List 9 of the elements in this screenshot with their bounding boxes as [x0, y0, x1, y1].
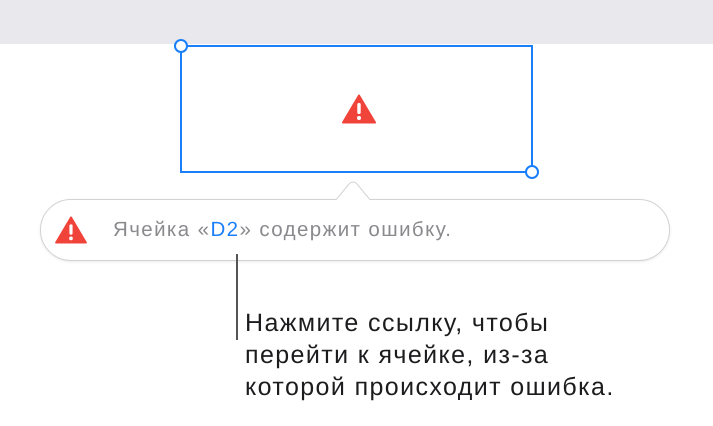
callout-text: перейти к ячейке, из-за — [245, 340, 550, 371]
resize-handle[interactable] — [174, 39, 188, 53]
error-message: Ячейка «D2» содержит ошибку. — [113, 218, 452, 242]
warning-icon — [55, 216, 87, 244]
callout-text: которой происходит ошибка. — [245, 372, 615, 403]
cell-link[interactable]: D2 — [210, 218, 240, 241]
callout-text: Нажмите ссылку, чтобы — [245, 308, 550, 339]
table-cell[interactable] — [180, 45, 533, 173]
resize-handle[interactable] — [525, 165, 539, 179]
